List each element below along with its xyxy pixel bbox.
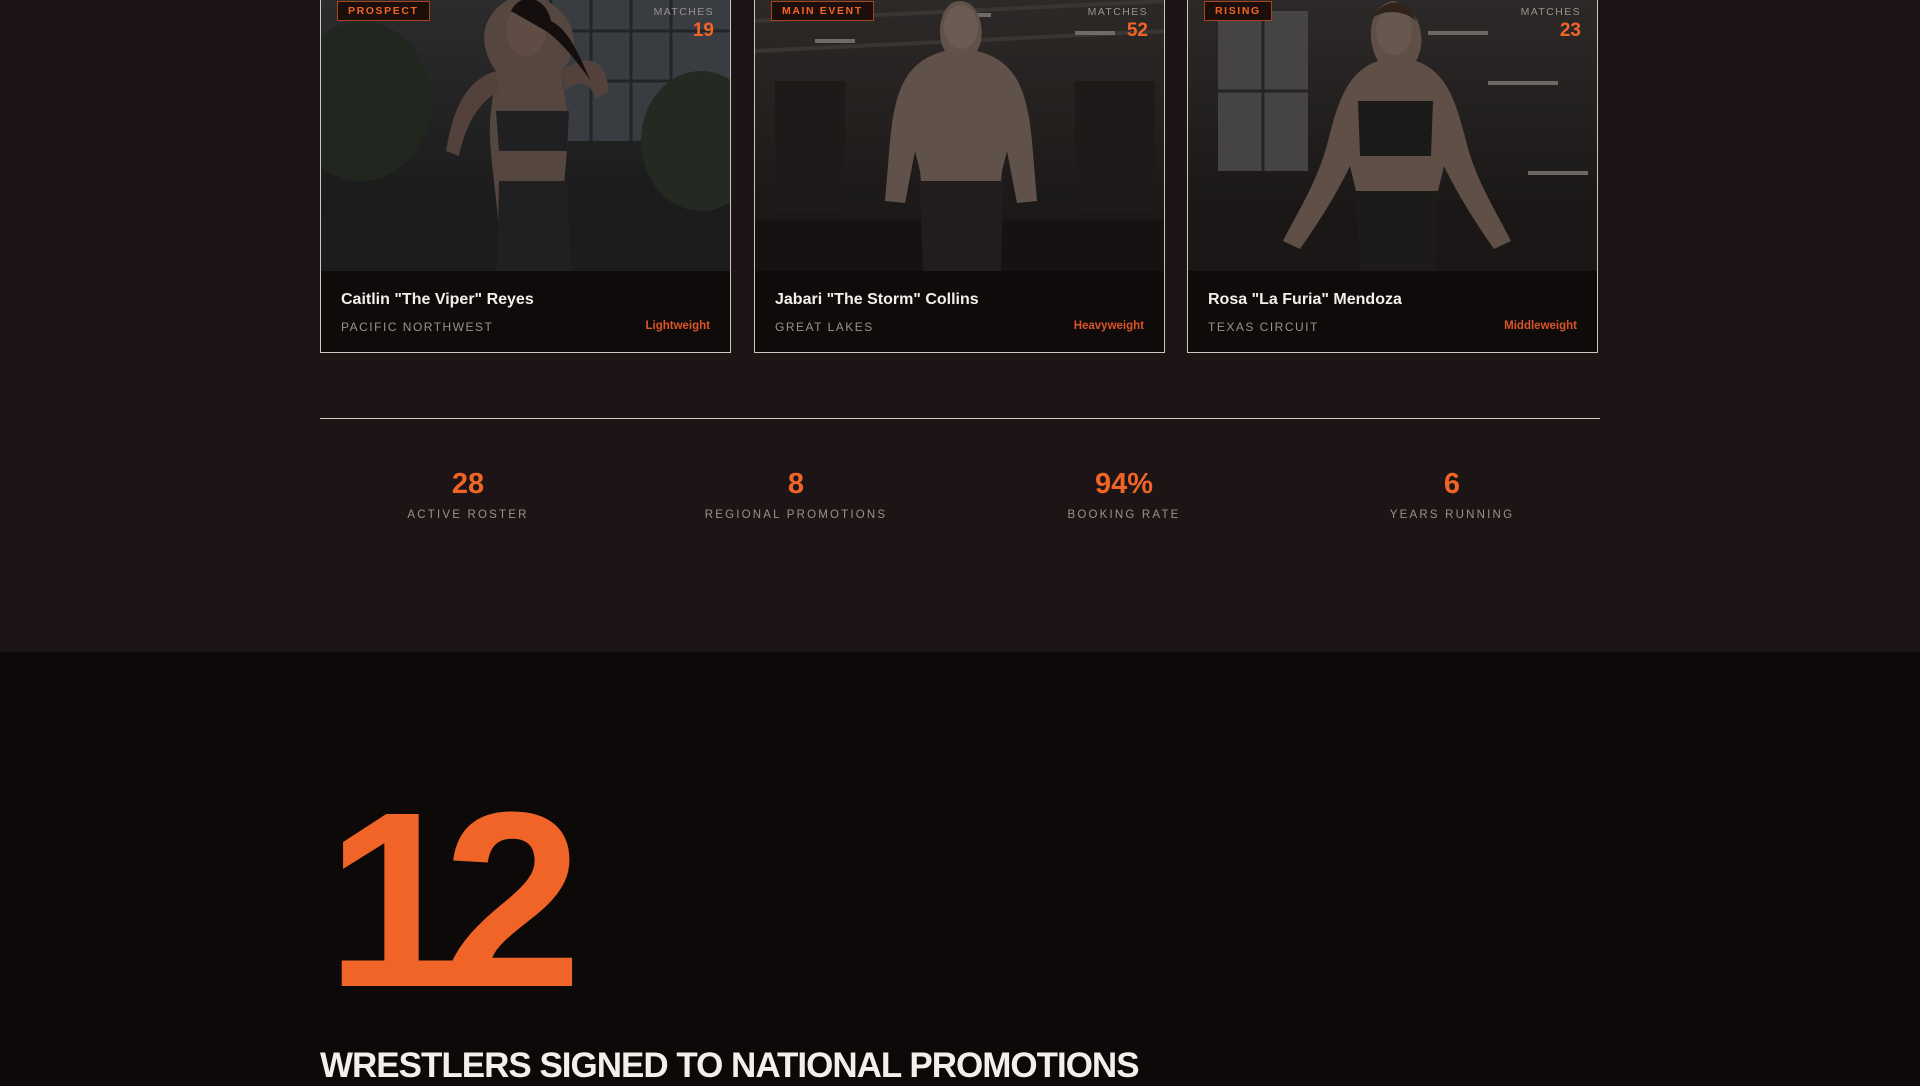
highlight-caption: WRESTLERS SIGNED TO NATIONAL PROMOTIONS — [320, 1046, 1140, 1085]
matches-label: MATCHES — [1520, 6, 1581, 18]
stat-active-roster: 28 ACTIVE ROSTER — [308, 468, 628, 521]
wrestler-card[interactable]: PROSPECT MATCHES 19 Caitlin "The Viper" … — [320, 0, 731, 353]
wrestler-region: PACIFIC NORTHWEST — [341, 320, 494, 334]
wrestler-card[interactable]: MAIN EVENT MATCHES 52 Jabari "The Storm"… — [754, 0, 1165, 353]
matches-count: 23 — [1559, 20, 1581, 41]
matches-label: MATCHES — [653, 6, 714, 18]
matches-count: 52 — [1126, 20, 1148, 41]
wrestler-region: GREAT LAKES — [775, 320, 874, 334]
stat-value: 6 — [1443, 468, 1461, 500]
matches-count: 19 — [692, 20, 714, 41]
stat-label: REGIONAL PROMOTIONS — [704, 509, 888, 521]
stat-label: ACTIVE ROSTER — [407, 509, 529, 521]
stat-label: BOOKING RATE — [1067, 509, 1181, 521]
roster-section: PROSPECT MATCHES 19 Caitlin "The Viper" … — [0, 0, 1920, 652]
stat-value: 94% — [1094, 468, 1154, 500]
stat-years-running: 6 YEARS RUNNING — [1292, 468, 1612, 521]
wrestler-name: Jabari "The Storm" Collins — [775, 291, 979, 308]
tier-badge: MAIN EVENT — [771, 1, 874, 21]
stat-booking-rate: 94% BOOKING RATE — [964, 468, 1284, 521]
stat-value: 8 — [787, 468, 805, 500]
tier-badge: PROSPECT — [337, 1, 430, 21]
highlight-number: 12 — [326, 760, 582, 1039]
stat-value: 28 — [451, 468, 485, 500]
tier-badge: RISING — [1204, 1, 1272, 21]
matches-counter: MATCHES 23 — [1521, 6, 1581, 42]
weight-class: Heavyweight — [1073, 320, 1144, 332]
wrestler-name: Caitlin "The Viper" Reyes — [341, 291, 534, 308]
stat-label: YEARS RUNNING — [1389, 509, 1515, 521]
matches-label: MATCHES — [1087, 6, 1148, 18]
matches-counter: MATCHES 19 — [654, 6, 714, 42]
wrestler-region: TEXAS CIRCUIT — [1208, 320, 1319, 334]
matches-counter: MATCHES 52 — [1088, 6, 1148, 42]
wrestler-card[interactable]: RISING MATCHES 23 Rosa "La Furia" Mendoz… — [1187, 0, 1598, 353]
highlight-section — [0, 652, 1920, 1080]
stat-regional-promotions: 8 REGIONAL PROMOTIONS — [636, 468, 956, 521]
weight-class: Middleweight — [1504, 320, 1577, 332]
section-divider — [320, 418, 1600, 419]
wrestler-name: Rosa "La Furia" Mendoza — [1208, 291, 1402, 308]
weight-class: Lightweight — [645, 320, 710, 332]
